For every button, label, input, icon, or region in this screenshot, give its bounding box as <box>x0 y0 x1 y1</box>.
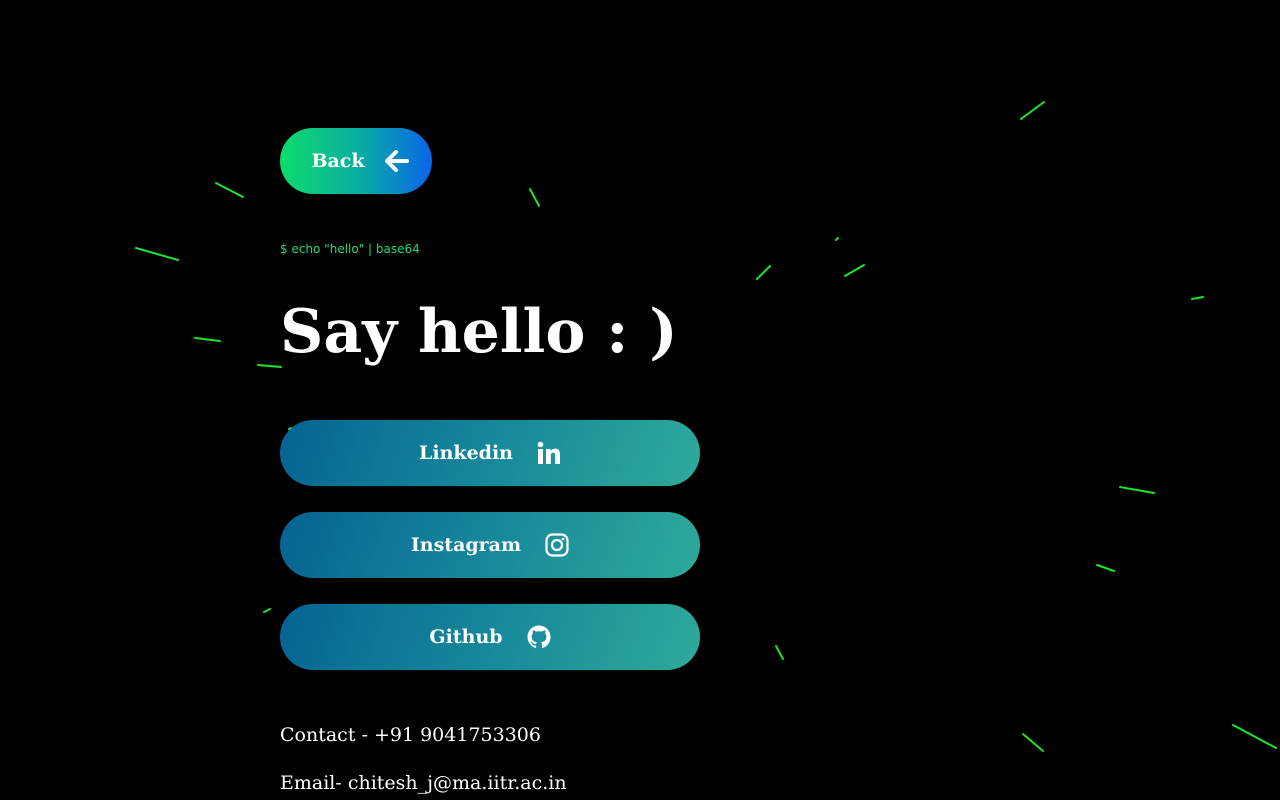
contact-email: Email- chitesh_j@ma.iitr.ac.in <box>280 772 567 794</box>
linkedin-icon <box>537 441 561 465</box>
contact-phone: Contact - +91 9041753306 <box>280 724 541 746</box>
github-label: Github <box>429 626 503 648</box>
arrow-left-icon <box>384 150 409 172</box>
terminal-command: $ echo "hello" | base64 <box>280 242 420 256</box>
instagram-button[interactable]: Instagram <box>280 512 700 578</box>
back-button-label: Back <box>311 150 365 172</box>
linkedin-label: Linkedin <box>419 442 513 464</box>
back-button[interactable]: Back <box>280 128 432 194</box>
instagram-icon <box>545 533 569 557</box>
instagram-label: Instagram <box>410 534 522 556</box>
github-button[interactable]: Github <box>280 604 700 670</box>
background-streaks <box>135 101 1277 752</box>
github-icon <box>527 625 551 649</box>
page-title: Say hello : ) <box>280 297 678 367</box>
linkedin-button[interactable]: Linkedin <box>280 420 700 486</box>
